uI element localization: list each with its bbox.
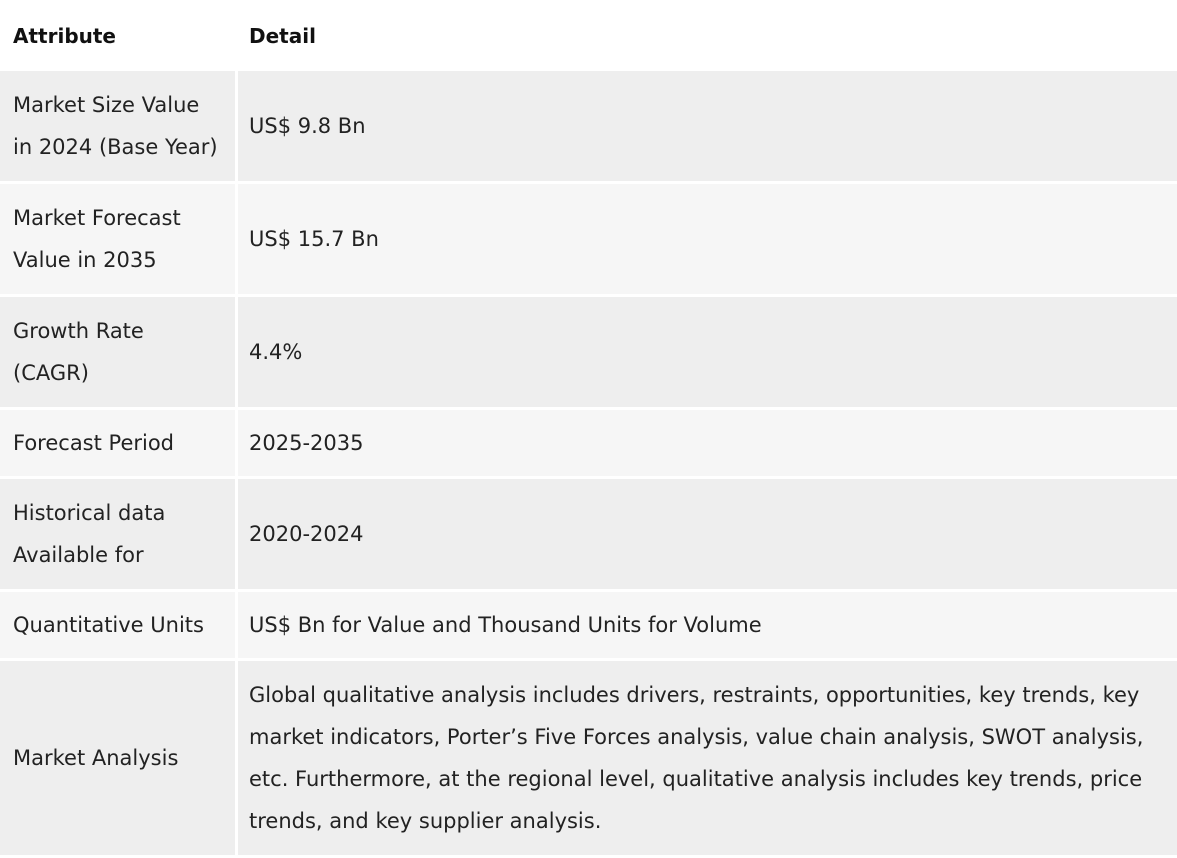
attribute-cell: Market Analysis — [0, 661, 235, 858]
table-row: Forecast Period 2025-2035 — [0, 410, 1177, 479]
table-row: Market Analysis Global qualitative analy… — [0, 661, 1177, 858]
table-row: Historical data Available for 2020-2024 — [0, 479, 1177, 592]
detail-cell: 2025-2035 — [235, 410, 1177, 479]
detail-cell: US$ Bn for Value and Thousand Units for … — [235, 592, 1177, 661]
market-attributes-table: Attribute Detail Market Size Value in 20… — [0, 0, 1177, 858]
header-detail: Detail — [235, 0, 1177, 71]
detail-cell: 4.4% — [235, 297, 1177, 410]
attribute-cell: Historical data Available for — [0, 479, 235, 592]
attribute-cell: Forecast Period — [0, 410, 235, 479]
attribute-cell: Growth Rate (CAGR) — [0, 297, 235, 410]
detail-cell: 2020-2024 — [235, 479, 1177, 592]
attribute-cell: Market Forecast Value in 2035 — [0, 184, 235, 297]
header-attribute: Attribute — [0, 0, 235, 71]
detail-cell: US$ 15.7 Bn — [235, 184, 1177, 297]
detail-cell: US$ 9.8 Bn — [235, 71, 1177, 184]
table-row: Growth Rate (CAGR) 4.4% — [0, 297, 1177, 410]
detail-cell: Global qualitative analysis includes dri… — [235, 661, 1177, 858]
table-row: Market Size Value in 2024 (Base Year) US… — [0, 71, 1177, 184]
attribute-cell: Quantitative Units — [0, 592, 235, 661]
table-row: Market Forecast Value in 2035 US$ 15.7 B… — [0, 184, 1177, 297]
attribute-cell: Market Size Value in 2024 (Base Year) — [0, 71, 235, 184]
table-row: Quantitative Units US$ Bn for Value and … — [0, 592, 1177, 661]
table-header-row: Attribute Detail — [0, 0, 1177, 71]
